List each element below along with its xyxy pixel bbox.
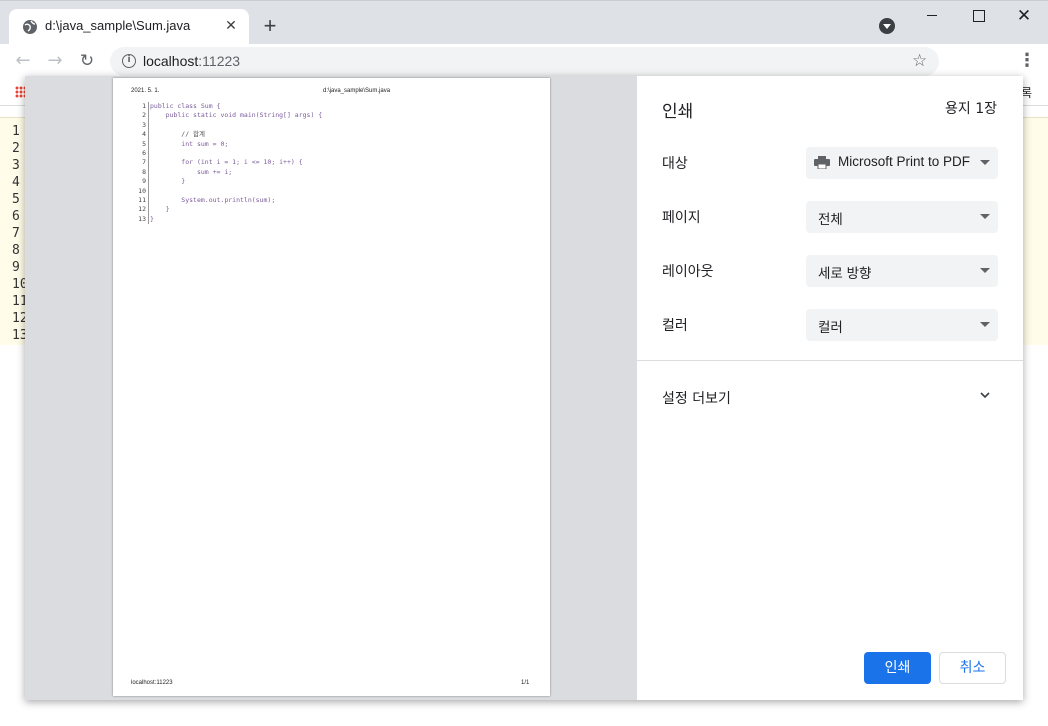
dropdown-arrow-icon [980,268,990,273]
code-line-text: } [150,214,154,223]
preview-page-number: 1/1 [521,680,530,686]
maximize-button[interactable] [955,1,1001,31]
print-title: 인쇄 [662,102,694,122]
close-icon[interactable]: ✕ [222,17,240,35]
cancel-button[interactable]: 취소 [939,652,1006,684]
print-button[interactable]: 인쇄 [864,652,931,684]
info-icon[interactable]: i [122,54,136,68]
layout-select[interactable]: 세로 방향 [806,255,998,287]
sheet-count: 용지 1장 [945,101,997,117]
url-text: localhost:11223 [143,53,240,69]
dropdown-arrow-icon [980,322,990,327]
panel-divider [637,360,1023,361]
code-line: 2 public static void main(String[] args)… [137,111,323,121]
code-line: 6 [137,148,322,159]
profile-dropdown-icon[interactable] [879,18,895,34]
pages-label: 페이지 [662,210,701,226]
destination-value: Microsoft Print to PDF [838,154,971,169]
browser-tab[interactable]: d:\java_sample\Sum.java ✕ [9,9,249,45]
address-bar[interactable]: i localhost:11223 ☆ [110,47,939,76]
code-line-text: System.out.println(sum); [150,195,276,204]
code-line: 4 // 합계 [137,130,322,140]
code-line: 12 } [137,205,322,215]
code-line-number: 11 [137,195,149,206]
code-line-number: 12 [137,205,149,215]
more-settings-toggle[interactable]: 설정 더보기 [662,388,731,408]
code-line-number: 7 [137,158,149,168]
tab-title: d:\java_sample\Sum.java [45,18,191,33]
code-line-number: 2 [137,111,149,121]
code-line-number: 8 [137,167,149,178]
destination-select[interactable]: Microsoft Print to PDF [806,147,998,179]
code-line-text: int sum = 0; [150,139,229,148]
preview-title: d:\java_sample\Sum.java [323,88,391,94]
code-line: 1 public class Sum { [137,102,322,112]
window-close-button[interactable]: ✕ [1001,1,1047,31]
print-settings-panel: 인쇄 용지 1장 대상 Microsoft Print to PDF 페이지 전… [637,76,1023,700]
globe-icon [23,20,37,34]
plus-icon[interactable]: + [259,15,281,37]
code-line-number: 3 [137,120,149,131]
preview-sheet: 2021. 5. 1. d:\java_sample\Sum.java 1 pub… [113,78,550,696]
code-line: 11 System.out.println(sum); [137,195,322,206]
layout-label: 레이아웃 [662,264,714,280]
printer-icon [814,156,830,169]
color-value: 컬러 [818,320,843,335]
code-line-number: 10 [137,186,149,196]
code-line-number: 9 [137,177,149,187]
code-line-text: // 합계 [150,130,206,139]
code-line-number: 6 [137,148,149,159]
color-select[interactable]: 컬러 [806,309,998,341]
browser-toolbar: ← → ↻ i localhost:11223 ☆ ⋮ [0,44,1048,78]
print-preview-dialog: 2021. 5. 1. d:\java_sample\Sum.java 1 pub… [25,76,1023,700]
code-line-text: public static void main(String[] args) { [150,111,323,120]
kebab-menu-icon[interactable]: ⋮ [1018,50,1036,72]
apps-icon[interactable] [15,86,25,98]
preview-date: 2021. 5. 1. [131,88,160,94]
code-line-text: public class Sum { [150,102,221,110]
color-label: 컬러 [662,318,688,334]
code-line-text: } [150,177,186,186]
code-line: 10 [137,186,322,196]
url-host: localhost [143,53,199,69]
layout-value: 세로 방향 [818,266,872,281]
code-line: 5 int sum = 0; [137,139,322,149]
star-icon[interactable]: ☆ [912,51,927,71]
code-line: 8 sum += i; [137,167,322,178]
code-line-text: sum += i; [150,167,233,176]
code-line: 7 for (int i = 1; i <= 10; i++) { [137,158,322,168]
code-line: 9 } [137,177,322,187]
preview-footer-url: localhost:11223 [131,680,173,686]
reload-icon[interactable]: ↻ [76,50,98,72]
chevron-down-icon[interactable] [980,390,990,400]
code-line-text: for (int i = 1; i <= 10; i++) { [150,158,303,167]
pages-select[interactable]: 전체 [806,201,998,233]
url-port: :11223 [198,53,241,69]
minimize-button[interactable] [909,1,955,31]
pages-value: 전체 [818,212,843,227]
title-bar: d:\java_sample\Sum.java ✕ + ✕ [0,0,1048,45]
code-line: 13} [137,214,322,225]
code-line-number: 4 [137,130,149,140]
dropdown-arrow-icon [980,214,990,219]
back-icon[interactable]: ← [12,50,34,72]
code-line: 3 [137,120,322,131]
preview-code: 1 public class Sum {2 public static void … [137,102,323,225]
forward-icon[interactable]: → [44,50,66,72]
code-line-number: 5 [137,139,149,149]
code-line-number: 13 [137,214,149,225]
dropdown-arrow-icon [980,160,990,165]
code-line-number: 1 [137,102,149,112]
destination-label: 대상 [662,156,688,172]
code-line-text: } [150,205,170,214]
